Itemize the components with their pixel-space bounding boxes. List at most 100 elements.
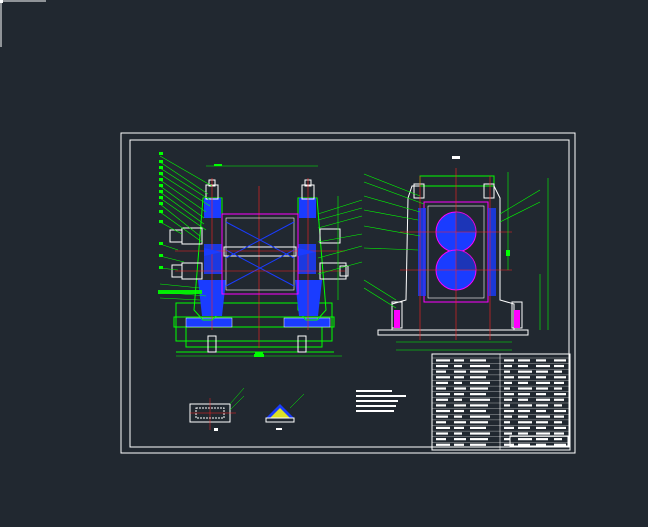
title-block-cell-text bbox=[436, 393, 450, 396]
title-block-cell-text bbox=[436, 421, 446, 424]
title-block-cell-text bbox=[518, 398, 528, 401]
title-block-cell-text bbox=[518, 432, 528, 435]
detail-section-b[interactable] bbox=[265, 393, 305, 430]
title-block-cell-text bbox=[554, 404, 562, 407]
title-block-cell-text bbox=[436, 443, 450, 446]
title-block-cell-text bbox=[536, 364, 550, 368]
title-block-cell-text bbox=[518, 421, 532, 424]
title-block-cell-text bbox=[470, 376, 486, 379]
title-block-cell-text bbox=[554, 409, 566, 413]
title-block-cell-text bbox=[454, 438, 466, 441]
title-block-cell-text bbox=[436, 376, 450, 379]
title-block-cell-text bbox=[454, 364, 462, 368]
title-block-cell-text bbox=[504, 426, 514, 429]
title-block-cell-text bbox=[504, 364, 512, 368]
title-block-cell-text bbox=[454, 393, 464, 396]
title-block-cell-text bbox=[454, 376, 464, 379]
title-block-cell-text bbox=[436, 370, 446, 373]
title-block-cell-text bbox=[518, 381, 528, 384]
title-block-cell-text bbox=[470, 404, 488, 407]
title-block-cell-text bbox=[536, 393, 546, 396]
title-block-cell-text bbox=[436, 438, 446, 441]
title-block-cell-text bbox=[518, 393, 530, 396]
title-block-cell-text bbox=[536, 426, 546, 429]
title-block-cell-text bbox=[518, 364, 528, 368]
title-block-cell-text bbox=[454, 381, 462, 384]
title-block-cell-text bbox=[470, 409, 486, 413]
title-block-cell-text bbox=[454, 370, 466, 373]
title-block-cell-text bbox=[454, 409, 464, 413]
title-block-cell-text bbox=[536, 415, 550, 418]
title-block-cell-text bbox=[504, 438, 510, 441]
title-block-cell-text bbox=[454, 387, 466, 390]
title-block-cell-text bbox=[436, 364, 448, 368]
title-block-cell-text bbox=[536, 381, 550, 384]
side-view[interactable] bbox=[363, 156, 549, 351]
title-block-cell-text bbox=[436, 409, 450, 413]
title-block-cell-text bbox=[536, 438, 548, 441]
title-block-cell-text bbox=[554, 438, 562, 441]
title-block[interactable] bbox=[431, 353, 571, 451]
title-block-cell-text bbox=[454, 426, 464, 429]
title-block-cell-text bbox=[518, 426, 530, 429]
title-block-cell-text bbox=[554, 376, 566, 379]
title-block-cell-text bbox=[504, 415, 512, 418]
title-block-cell-text bbox=[554, 415, 564, 418]
title-block-cell-text bbox=[436, 387, 446, 390]
title-block-cell-text bbox=[454, 415, 462, 418]
title-block-cell-text bbox=[518, 376, 530, 379]
title-block-cell-text bbox=[536, 370, 548, 373]
title-block-cell-text bbox=[554, 370, 562, 373]
drawing-canvas[interactable] bbox=[0, 0, 648, 527]
title-block-cell-text bbox=[504, 393, 514, 396]
title-block-cell-text bbox=[436, 415, 448, 418]
title-block-cell-text bbox=[504, 376, 514, 379]
title-block-cell-text bbox=[454, 398, 462, 401]
title-block-cell-text bbox=[536, 398, 550, 401]
title-block-cell-text bbox=[518, 359, 530, 362]
title-block-cell-text bbox=[470, 387, 488, 390]
title-block-cell-text bbox=[470, 421, 488, 424]
title-block-cell-text bbox=[554, 393, 566, 396]
title-block-cell-text bbox=[554, 381, 564, 384]
title-block-cell-text bbox=[436, 398, 448, 401]
title-block-cell-text bbox=[470, 381, 490, 384]
title-block-cell-text bbox=[470, 359, 486, 362]
title-block-cell-text bbox=[518, 404, 532, 407]
title-block-cell-text bbox=[454, 404, 466, 407]
title-block-cell-text bbox=[504, 404, 510, 407]
title-block-cell-text bbox=[554, 364, 564, 368]
title-block-cell-text bbox=[554, 426, 566, 429]
title-block-cell-text bbox=[436, 404, 446, 407]
title-block-cell-text bbox=[470, 364, 490, 368]
title-block-cell-text bbox=[504, 370, 510, 373]
title-block-cell-text bbox=[518, 438, 532, 441]
title-block-cell-text bbox=[554, 421, 562, 424]
title-block-cell-text bbox=[470, 415, 490, 418]
title-block-cell-text bbox=[554, 398, 564, 401]
title-block-cell-text bbox=[536, 421, 548, 424]
title-block-cell-text bbox=[470, 443, 486, 446]
title-block-cell-text bbox=[470, 432, 490, 435]
title-block-cell-text bbox=[518, 387, 532, 390]
title-block-cell-text bbox=[536, 404, 548, 407]
title-block-cell-text bbox=[436, 359, 450, 362]
title-block-cell-text bbox=[504, 359, 514, 362]
technical-notes bbox=[356, 390, 406, 412]
title-block-cell-text bbox=[536, 376, 546, 379]
front-view[interactable] bbox=[158, 152, 363, 357]
title-block-cell-text bbox=[470, 398, 490, 401]
title-block-cell-text bbox=[536, 409, 546, 413]
title-block-cell-text bbox=[470, 438, 488, 441]
title-block-cell-text bbox=[554, 432, 564, 435]
title-block-cell-text bbox=[504, 398, 512, 401]
title-block-cell-text bbox=[518, 409, 530, 413]
title-block-cell-text bbox=[536, 359, 546, 362]
title-block-cell-text bbox=[454, 421, 466, 424]
title-block-cell-text bbox=[536, 387, 548, 390]
cad-viewport[interactable] bbox=[0, 0, 648, 527]
title-block-cell-text bbox=[504, 421, 510, 424]
title-block-cell-text bbox=[518, 415, 528, 418]
title-block-cell-text bbox=[554, 387, 562, 390]
detail-section-a[interactable] bbox=[189, 387, 245, 431]
